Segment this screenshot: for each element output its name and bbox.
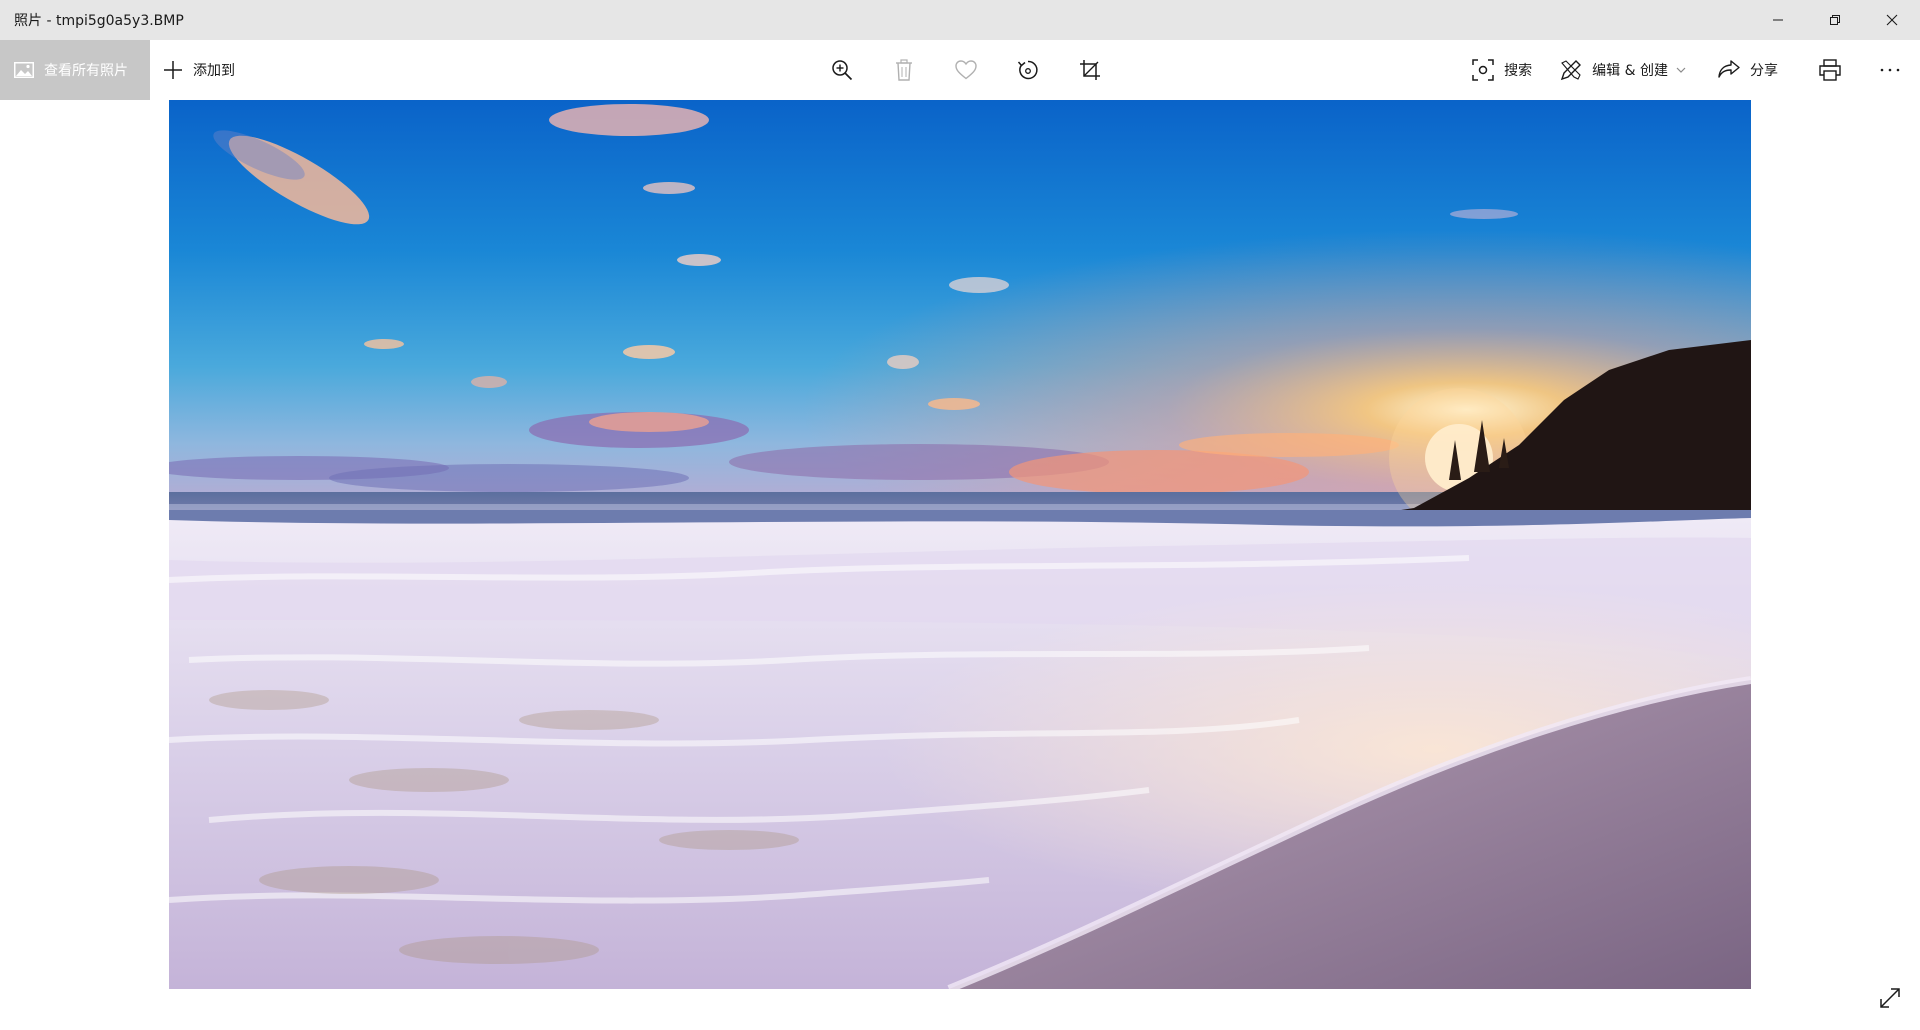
plus-icon (163, 60, 183, 80)
photos-icon (14, 62, 34, 78)
more-icon (1880, 68, 1900, 72)
add-to-label: 添加到 (193, 63, 235, 79)
window-controls (1749, 0, 1920, 40)
title-bar: 照片 - tmpi5g0a5y3.BMP (0, 0, 1920, 40)
close-icon (1886, 14, 1897, 26)
right-tools: 搜索 编辑 & 创建 分享 (1462, 40, 1920, 100)
expand-icon (1880, 988, 1900, 1008)
minimize-icon (1772, 19, 1783, 21)
edit-create-button[interactable]: 编辑 & 创建 (1542, 40, 1696, 100)
search-button[interactable]: 搜索 (1462, 40, 1542, 100)
center-tools (811, 40, 1121, 100)
edit-create-label: 编辑 & 创建 (1592, 63, 1668, 79)
share-icon (1718, 60, 1740, 80)
photo-canvas[interactable] (169, 100, 1751, 989)
print-icon (1819, 59, 1841, 81)
beach-sunset-photo (169, 100, 1751, 989)
print-button[interactable] (1800, 40, 1860, 100)
zoom-button[interactable] (811, 40, 873, 100)
toolbar: 查看所有照片 添加到 搜索 编辑 & 创建 分享 (0, 40, 1920, 100)
favorite-icon (955, 60, 977, 80)
chevron-down-icon (1676, 67, 1686, 73)
search-label: 搜索 (1504, 63, 1533, 79)
crop-button[interactable] (1059, 40, 1121, 100)
rotate-icon (1017, 60, 1038, 80)
edit-icon (1560, 59, 1582, 81)
delete-icon (896, 59, 912, 81)
add-to-button[interactable]: 添加到 (163, 40, 235, 100)
more-button[interactable] (1860, 40, 1920, 100)
fullscreen-button[interactable] (1874, 982, 1906, 1014)
share-button[interactable]: 分享 (1696, 40, 1788, 100)
restore-button[interactable] (1806, 0, 1863, 40)
rotate-button[interactable] (997, 40, 1059, 100)
see-all-photos-button[interactable]: 查看所有照片 (0, 40, 150, 100)
window-title: 照片 - tmpi5g0a5y3.BMP (14, 13, 184, 29)
restore-icon (1829, 15, 1840, 25)
minimize-button[interactable] (1749, 0, 1806, 40)
favorite-button[interactable] (935, 40, 997, 100)
visual-search-icon (1472, 59, 1494, 81)
zoom-in-icon (832, 60, 853, 81)
crop-icon (1080, 60, 1100, 80)
delete-button[interactable] (873, 40, 935, 100)
see-all-photos-label: 查看所有照片 (44, 63, 128, 79)
close-button[interactable] (1863, 0, 1920, 40)
share-label: 分享 (1750, 63, 1778, 79)
